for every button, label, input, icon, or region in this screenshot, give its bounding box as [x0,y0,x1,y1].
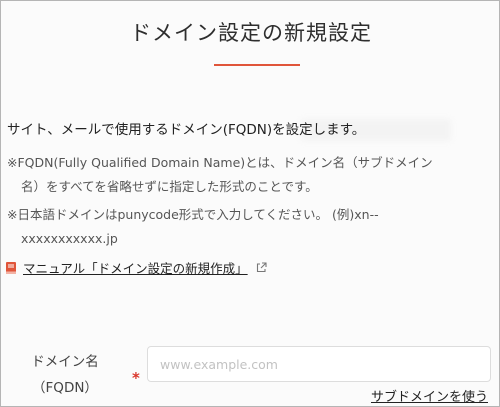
manual-link-row[interactable]: マニュアル「ドメイン設定の新規作成」 [5,258,267,277]
book-icon [6,261,16,274]
required-asterisk: * [132,369,140,387]
settings-panel: ドメイン設定の新規設定 サイト、メールで使用するドメイン(FQDN)を設定します… [0,0,500,407]
fqdn-note: ※FQDN(Fully Qualified Domain Name)とは、ドメイ… [7,151,433,199]
domain-field-label: ドメイン名 （FQDN） [19,349,111,401]
page-description: サイト、メールで使用するドメイン(FQDN)を設定します。 [7,122,366,138]
use-subdomain-link[interactable]: サブドメインを使う [371,386,488,405]
punycode-note-line2: xxxxxxxxxxx.jp [21,231,118,246]
domain-input[interactable] [147,346,491,382]
manual-link[interactable]: マニュアル「ドメイン設定の新規作成」 [23,258,248,277]
domain-label-line1: ドメイン名 [31,354,99,370]
punycode-note-line1: ※日本語ドメインはpunycode形式で入力してください。 (例)xn-- [7,207,379,222]
punycode-note: ※日本語ドメインはpunycode形式で入力してください。 (例)xn-- xx… [7,203,379,251]
fqdn-note-line1: ※FQDN(Fully Qualified Domain Name)とは、ドメイ… [7,155,433,170]
external-link-icon [256,262,267,273]
page-title: ドメイン設定の新規設定 [130,21,372,45]
domain-label-line2: （FQDN） [32,380,98,396]
fqdn-note-line2: 名）をすべてを省略せずに指定した形式のことです。 [21,179,318,194]
title-underline [214,64,300,66]
